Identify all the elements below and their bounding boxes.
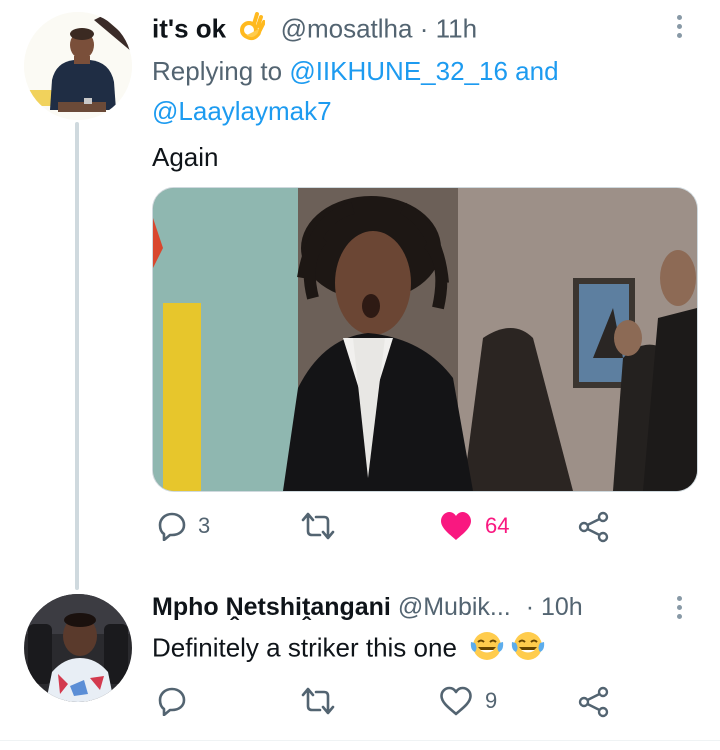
separator-dot: · bbox=[525, 593, 535, 621]
media-photo bbox=[153, 188, 697, 491]
like-count: 64 bbox=[485, 513, 510, 538]
thread-connector-line bbox=[75, 122, 79, 590]
feed-divider bbox=[0, 740, 720, 741]
ok-hand-icon bbox=[239, 12, 267, 49]
share-icon bbox=[578, 686, 609, 718]
more-options-icon[interactable] bbox=[673, 596, 685, 619]
face-with-tears-of-joy-icon bbox=[470, 630, 504, 669]
handle[interactable]: @mosatlha bbox=[281, 13, 413, 43]
reply-button[interactable]: 3 bbox=[158, 511, 210, 541]
reply-icon bbox=[158, 687, 186, 716]
handle[interactable]: @Mubik... bbox=[398, 593, 511, 621]
profile-photo bbox=[24, 12, 132, 120]
like-count: 9 bbox=[485, 688, 498, 713]
tweet-media-image[interactable] bbox=[152, 187, 698, 492]
reply-count: 3 bbox=[198, 513, 211, 538]
tweet-main[interactable]: it's ok @mosatlha · 11h Replying to @IIK… bbox=[0, 0, 720, 590]
reply-icon bbox=[158, 512, 186, 541]
tweet-text: Again bbox=[152, 142, 219, 172]
replying-to: Replying to @IIKHUNE_32_16 and bbox=[152, 56, 559, 87]
tweet-text: Definitely a striker this one bbox=[152, 632, 457, 663]
tweet-header: it's ok @mosatlha · 11h bbox=[152, 12, 477, 49]
tweet-actions: 3 64 bbox=[152, 509, 622, 549]
tweet-reply[interactable]: Mpho Ṋetshiṱangani @Mubik... · 10h Defin… bbox=[0, 590, 720, 740]
avatar-mubik[interactable] bbox=[24, 594, 132, 702]
timestamp[interactable]: 11h bbox=[436, 13, 477, 43]
reply-mention-2[interactable]: @Laaylaymak7 bbox=[152, 96, 332, 126]
reply-button[interactable] bbox=[158, 686, 198, 716]
face-with-tears-of-joy-icon bbox=[511, 630, 545, 669]
retweet-button[interactable] bbox=[300, 511, 348, 541]
display-name[interactable]: it's ok bbox=[152, 13, 226, 43]
reply-mention-1[interactable]: @IIKHUNE_32_16 bbox=[289, 56, 508, 86]
share-button[interactable] bbox=[578, 511, 610, 543]
display-name[interactable]: Mpho Ṋetshiṱangani bbox=[152, 593, 391, 621]
retweet-icon bbox=[301, 512, 335, 540]
avatar-mosatlha[interactable] bbox=[24, 12, 132, 120]
reply-header: Mpho Ṋetshiṱangani @Mubik... · 10h bbox=[152, 593, 583, 622]
heart-outline-icon bbox=[440, 686, 472, 716]
retweet-button[interactable] bbox=[300, 686, 348, 716]
reply-actions: 9 bbox=[152, 686, 622, 726]
tweet-text-row: Definitely a striker this one bbox=[152, 630, 545, 669]
replying-to-label: Replying to bbox=[152, 56, 283, 86]
heart-filled-icon bbox=[441, 512, 471, 540]
separator-dot: · bbox=[419, 13, 429, 44]
replying-to-line2: @Laaylaymak7 bbox=[152, 96, 332, 127]
profile-photo bbox=[24, 594, 132, 702]
like-button[interactable]: 64 bbox=[439, 511, 509, 541]
like-button[interactable]: 9 bbox=[439, 686, 497, 716]
more-options-icon[interactable] bbox=[673, 15, 685, 38]
timestamp[interactable]: 10h bbox=[541, 593, 583, 621]
retweet-icon bbox=[301, 687, 335, 715]
reply-and: and bbox=[515, 56, 559, 86]
share-button[interactable] bbox=[578, 686, 610, 718]
share-icon bbox=[578, 511, 609, 543]
